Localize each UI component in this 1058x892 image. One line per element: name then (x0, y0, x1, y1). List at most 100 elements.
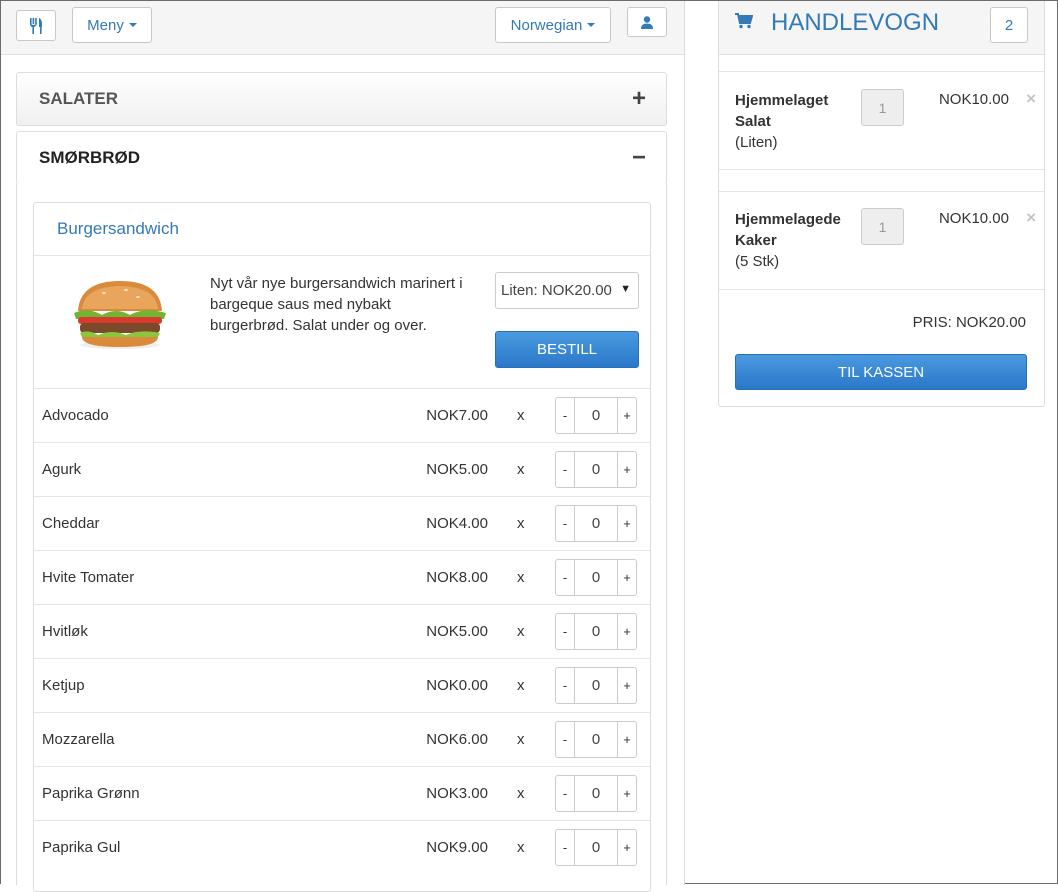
increment-button[interactable]: + (617, 397, 637, 434)
cart-item-name: Hjemmelagede Kaker (5 Stk) (735, 211, 841, 270)
decrement-button[interactable]: - (555, 775, 575, 812)
caret-down-icon (587, 23, 596, 27)
quantity-input[interactable]: 0 (575, 397, 617, 434)
quantity-stepper: -0 + (555, 721, 637, 758)
divider (719, 289, 1044, 290)
topping-name: Advocado (42, 407, 109, 424)
topping-price: NOK3.00 (426, 785, 488, 802)
quantity-stepper: -0 + (555, 829, 637, 866)
remove-item-icon[interactable]: × (1026, 208, 1036, 228)
increment-button[interactable]: + (617, 613, 637, 650)
decrement-button[interactable]: - (555, 721, 575, 758)
decrement-button[interactable]: - (555, 613, 575, 650)
times-symbol: x (517, 623, 525, 640)
times-symbol: x (517, 569, 525, 586)
cart-total: PRIS: NOK20.00 (912, 314, 1026, 331)
quantity-input[interactable]: 0 (575, 505, 617, 542)
topping-row: Hvite Tomater NOK8.00 x -0 + (34, 550, 650, 604)
increment-button[interactable]: + (617, 829, 637, 866)
times-symbol: x (517, 461, 525, 478)
topping-row: Paprika Grønn NOK3.00 x -0 + (34, 766, 650, 820)
topping-row: Paprika Gul NOK9.00 x -0 + (34, 820, 650, 874)
divider (719, 71, 1044, 72)
shopping-cart-panel: HANDLEVOGN 2 Hjemmelaget Salat (Liten) 1… (718, 1, 1045, 407)
cart-item-name: Hjemmelaget Salat (Liten) (735, 92, 829, 151)
topping-name: Hvitløk (42, 623, 88, 640)
checkout-button[interactable]: TIL KASSEN (735, 354, 1027, 390)
decrement-button[interactable]: - (555, 397, 575, 434)
category-title: SMØRBRØD (39, 148, 141, 167)
menu-dropdown-label: Meny (87, 16, 124, 34)
user-account-button[interactable] (627, 7, 667, 37)
times-symbol: x (517, 677, 525, 694)
quantity-stepper: -0 + (555, 613, 637, 650)
cart-item-variant: (5 Stk) (735, 253, 780, 270)
cutlery-icon (30, 17, 43, 34)
topping-name: Mozzarella (42, 731, 115, 748)
decrement-button[interactable]: - (555, 451, 575, 488)
topping-name: Agurk (42, 461, 82, 478)
quantity-input[interactable]: 0 (575, 721, 617, 758)
user-icon (641, 15, 653, 29)
language-dropdown-button[interactable]: Norwegian (495, 7, 611, 43)
topping-row: Ketjup NOK0.00 x -0 + (34, 658, 650, 712)
topping-price: NOK0.00 (426, 677, 488, 694)
collapse-icon[interactable]: − (632, 144, 646, 172)
topping-name: Ketjup (42, 677, 85, 694)
increment-button[interactable]: + (617, 505, 637, 542)
topping-price: NOK4.00 (426, 515, 488, 532)
increment-button[interactable]: + (617, 559, 637, 596)
topping-row: Cheddar NOK4.00 x -0 + (34, 496, 650, 550)
restaurant-home-button[interactable] (16, 10, 56, 41)
decrement-button[interactable]: - (555, 829, 575, 866)
product-title[interactable]: Burgersandwich (57, 219, 179, 239)
menu-dropdown-button[interactable]: Meny (72, 7, 152, 43)
topping-row: Hvitløk NOK5.00 x -0 + (34, 604, 650, 658)
decrement-button[interactable]: - (555, 505, 575, 542)
quantity-input[interactable]: 0 (575, 775, 617, 812)
quantity-stepper: -0 + (555, 451, 637, 488)
category-salater-header[interactable]: SALATER + (16, 72, 667, 126)
expand-icon[interactable]: + (632, 85, 646, 113)
quantity-input[interactable]: 0 (575, 667, 617, 704)
cart-item-price: NOK10.00 (938, 210, 1009, 227)
topping-price: NOK7.00 (426, 407, 488, 424)
category-smorbrod-header[interactable]: SMØRBRØD − (16, 131, 667, 185)
increment-button[interactable]: + (617, 667, 637, 704)
language-label: Norwegian (510, 16, 583, 34)
topping-row: Agurk NOK5.00 x -0 + (34, 442, 650, 496)
category-smorbrod-body: Burgersandwich Nyt vår nye burgersandwic… (16, 184, 667, 892)
cart-item-quantity-field[interactable]: 1 (861, 89, 904, 126)
increment-button[interactable]: + (617, 721, 637, 758)
quantity-stepper: -0 + (555, 559, 637, 596)
quantity-input[interactable]: 0 (575, 613, 617, 650)
product-card: Burgersandwich Nyt vår nye burgersandwic… (33, 202, 651, 892)
quantity-stepper: -0 + (555, 505, 637, 542)
cart-title: HANDLEVOGN (771, 9, 940, 36)
increment-button[interactable]: + (617, 451, 637, 488)
shopping-cart-icon (735, 13, 753, 29)
decrement-button[interactable]: - (555, 667, 575, 704)
divider (719, 169, 1044, 170)
decrement-button[interactable]: - (555, 559, 575, 596)
cart-count-badge[interactable]: 2 (990, 7, 1028, 43)
quantity-input[interactable]: 0 (575, 451, 617, 488)
cart-item-quantity-field[interactable]: 1 (861, 208, 904, 245)
topping-price: NOK6.00 (426, 731, 488, 748)
topping-row: Mozzarella NOK6.00 x -0 + (34, 712, 650, 766)
quantity-stepper: -0 + (555, 775, 637, 812)
times-symbol: x (517, 839, 525, 856)
caret-down-icon (128, 23, 137, 27)
remove-item-icon[interactable]: × (1026, 89, 1036, 109)
quantity-input[interactable]: 0 (575, 559, 617, 596)
order-button[interactable]: BESTILL (495, 331, 639, 368)
quantity-input[interactable]: 0 (575, 829, 617, 866)
size-select[interactable]: Liten: NOK20.00 ▼ (495, 272, 639, 309)
topping-row: Advocado NOK7.00 x -0 + (34, 388, 650, 442)
cart-item-price: NOK10.00 (938, 91, 1009, 108)
dropdown-arrow-icon: ▼ (620, 283, 631, 295)
increment-button[interactable]: + (617, 775, 637, 812)
quantity-stepper: -0 + (555, 667, 637, 704)
menu-column: Meny Norwegian SALATER + SMØRBRØD − Burg… (1, 1, 685, 892)
topping-price: NOK5.00 (426, 461, 488, 478)
